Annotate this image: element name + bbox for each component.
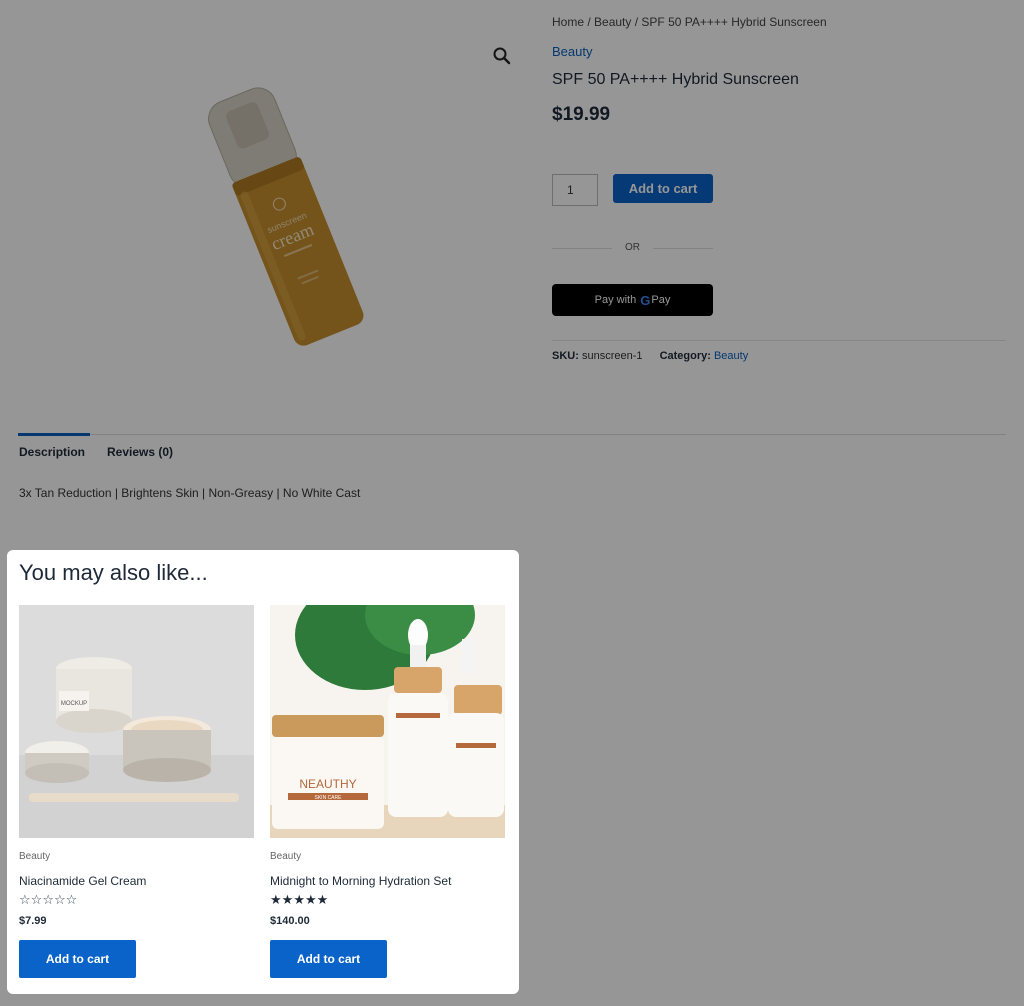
- star-outline-icon: ☆: [19, 892, 31, 907]
- product-thumbnail[interactable]: NEAUTHY SKIN CARE: [270, 605, 505, 838]
- star-outline-icon: ☆: [53, 892, 66, 907]
- related-products-panel: You may also like... MOCKUP Beauty Niaci…: [7, 550, 519, 994]
- related-product-card: MOCKUP Beauty Niacinamide Gel Cream ☆☆☆☆…: [19, 605, 254, 978]
- related-heading: You may also like...: [19, 560, 208, 585]
- product-category: Beauty: [19, 851, 51, 862]
- related-product-card: NEAUTHY SKIN CARE Beauty Midnight to Mor…: [270, 605, 505, 978]
- star-filled-icon: ★: [304, 892, 317, 907]
- star-rating: ☆☆☆☆☆: [19, 892, 78, 907]
- jar-label: MOCKUP: [61, 701, 87, 707]
- star-outline-icon: ☆: [65, 892, 78, 907]
- star-filled-icon: ★: [281, 892, 294, 907]
- star-rating: ★★★★★: [270, 892, 329, 907]
- product-category: Beauty: [270, 851, 302, 862]
- add-to-cart-button[interactable]: Add to cart: [270, 940, 387, 978]
- jar-label: NEAUTHY: [299, 777, 356, 791]
- star-outline-icon: ☆: [42, 892, 54, 907]
- product-price: $140.00: [270, 915, 310, 927]
- product-thumbnail[interactable]: MOCKUP: [19, 605, 254, 838]
- product-price: $7.99: [19, 915, 47, 927]
- star-filled-icon: ★: [293, 892, 305, 907]
- star-outline-icon: ☆: [30, 892, 43, 907]
- product-page: sunscreen cream Home / Beauty / SPF 50 P…: [0, 0, 1024, 1006]
- product-name-link[interactable]: Niacinamide Gel Cream: [19, 874, 146, 888]
- star-filled-icon: ★: [270, 892, 282, 907]
- star-filled-icon: ★: [316, 892, 329, 907]
- product-name-link[interactable]: Midnight to Morning Hydration Set: [270, 874, 451, 888]
- add-to-cart-button[interactable]: Add to cart: [19, 940, 136, 978]
- jar-sublabel: SKIN CARE: [315, 795, 343, 801]
